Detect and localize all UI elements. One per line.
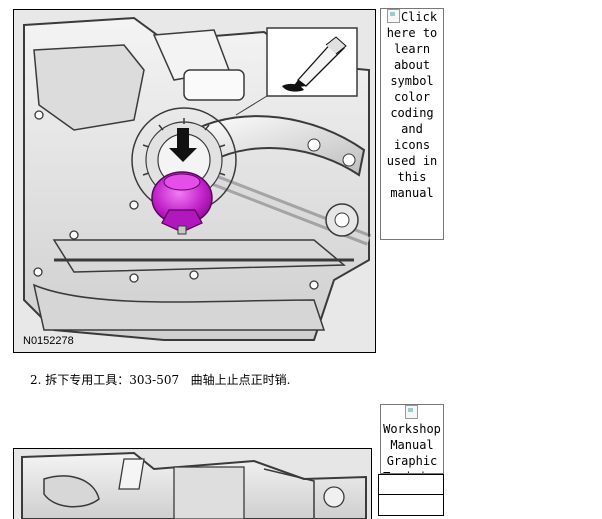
symbol-legend-link[interactable]: Click here to learn about symbol color c… xyxy=(380,8,444,240)
engine-diagram-figure-2 xyxy=(13,448,372,519)
empty-table-cell xyxy=(378,474,444,496)
graphic-training-link[interactable]: Workshop Manual Graphic Training xyxy=(380,404,444,474)
engine-diagram-figure: N0152278 xyxy=(13,9,376,353)
step-text: 拆下专用工具：303-507 曲轴上止点正时销. xyxy=(45,373,291,387)
engine-illustration-2 xyxy=(14,449,371,519)
symbol-legend-link-text: Click here to learn about symbol color c… xyxy=(386,10,438,200)
broken-image-icon xyxy=(405,405,418,419)
graphic-training-link-text: Workshop Manual Graphic Training xyxy=(383,422,441,473)
broken-image-icon xyxy=(386,9,400,23)
figure-id-label: N0152278 xyxy=(23,335,74,347)
empty-table-cell xyxy=(378,494,444,516)
engine-illustration xyxy=(14,10,375,352)
step-instruction: 2. 拆下专用工具：303-507 曲轴上止点正时销. xyxy=(30,371,290,388)
step-number: 2. xyxy=(30,373,42,387)
